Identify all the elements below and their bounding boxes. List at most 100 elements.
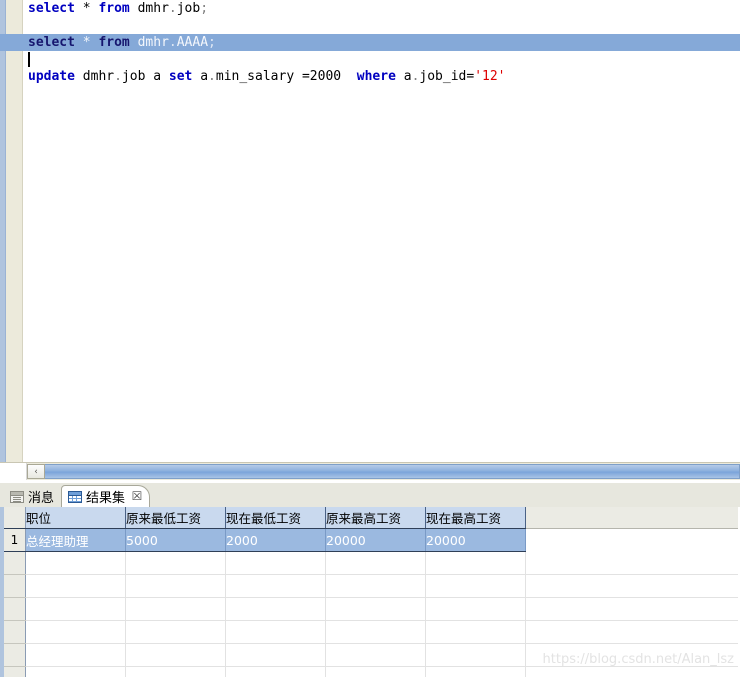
column-header[interactable]: 职位	[25, 507, 126, 529]
result-table-body: 1 总经理助理 5000 2000 20000 20000	[4, 528, 738, 677]
code-token: 2000	[309, 69, 342, 84]
table-cell[interactable]: 2000	[225, 528, 326, 552]
table-cell[interactable]	[225, 551, 326, 575]
sql-code-area[interactable]: select * from dmhr.job; select * from dm…	[0, 0, 740, 462]
table-cell[interactable]	[125, 597, 226, 621]
code-line-2[interactable]	[23, 17, 740, 34]
table-cell[interactable]	[425, 574, 526, 598]
column-header[interactable]: 现在最高工资	[425, 507, 526, 529]
table-row[interactable]: 1 总经理助理 5000 2000 20000 20000	[4, 528, 738, 552]
close-icon[interactable]: ☒	[131, 490, 143, 502]
tab-messages-label: 消息	[28, 491, 55, 506]
tab-resultset-label: 结果集	[86, 491, 126, 506]
code-token: ;	[200, 1, 209, 16]
table-cell[interactable]	[25, 551, 126, 575]
code-token: update	[28, 69, 75, 84]
message-window-icon	[10, 490, 24, 503]
column-header[interactable]: 现在最低工资	[225, 507, 326, 529]
row-number-cell[interactable]	[4, 666, 26, 677]
code-token: dmhr	[82, 69, 115, 84]
scrollbar-thumb[interactable]	[27, 464, 740, 479]
table-row[interactable]	[4, 597, 738, 621]
row-filler-cell	[525, 574, 738, 598]
table-cell[interactable]	[325, 620, 426, 644]
editor-horizontal-scrollbar[interactable]: ‹	[0, 462, 740, 480]
code-token: set	[168, 69, 193, 84]
code-token: from	[98, 35, 130, 50]
column-header[interactable]: 原来最低工资	[125, 507, 226, 529]
code-token: job_id	[419, 69, 467, 84]
table-cell[interactable]	[125, 574, 226, 598]
row-filler-cell	[525, 643, 738, 667]
code-token: *	[82, 35, 91, 50]
table-cell[interactable]	[425, 643, 526, 667]
table-cell[interactable]	[225, 643, 326, 667]
table-row[interactable]	[4, 643, 738, 667]
scroll-left-arrow-icon[interactable]: ‹	[27, 464, 45, 479]
table-cell[interactable]	[25, 574, 126, 598]
row-number-header	[4, 507, 26, 529]
table-cell[interactable]	[125, 551, 226, 575]
table-cell[interactable]: 20000	[425, 528, 526, 552]
table-header-row: 职位 原来最低工资 现在最低工资 原来最高工资 现在最高工资	[4, 507, 738, 529]
table-cell[interactable]	[25, 666, 126, 677]
table-cell[interactable]	[225, 620, 326, 644]
table-cell[interactable]	[325, 643, 426, 667]
table-row[interactable]	[4, 620, 738, 644]
tab-resultset[interactable]: 结果集 ☒	[61, 485, 151, 507]
table-cell[interactable]: 20000	[325, 528, 426, 552]
table-cell[interactable]	[25, 597, 126, 621]
table-cell[interactable]: 总经理助理	[25, 528, 126, 552]
table-cell[interactable]	[25, 620, 126, 644]
row-number-cell[interactable]	[4, 597, 26, 621]
column-header-filler	[525, 507, 738, 529]
code-token: select	[28, 1, 75, 16]
table-cell[interactable]	[225, 597, 326, 621]
result-set-grid[interactable]: 职位 原来最低工资 现在最低工资 原来最高工资 现在最高工资 1 总经理助理 5000 200…	[0, 507, 740, 677]
table-cell[interactable]	[425, 620, 526, 644]
code-token: job	[176, 1, 201, 16]
row-number-cell[interactable]	[4, 574, 26, 598]
row-filler-cell	[525, 597, 738, 621]
code-token: where	[356, 69, 396, 84]
table-cell[interactable]	[25, 643, 126, 667]
editor-gutter-margin	[6, 0, 23, 462]
table-row[interactable]	[4, 551, 738, 575]
row-filler-cell	[525, 528, 738, 552]
table-cell[interactable]	[325, 551, 426, 575]
row-number-cell[interactable]: 1	[4, 528, 26, 552]
code-token: AAAA	[176, 35, 209, 50]
sql-editor-pane[interactable]: select * from dmhr.job; select * from dm…	[0, 0, 740, 462]
tab-messages[interactable]: 消息	[4, 486, 61, 507]
code-token: a	[192, 69, 209, 84]
column-header[interactable]: 原来最高工资	[325, 507, 426, 529]
table-cell[interactable]	[325, 666, 426, 677]
table-cell[interactable]	[125, 620, 226, 644]
table-cell[interactable]	[425, 666, 526, 677]
row-number-cell[interactable]	[4, 643, 26, 667]
code-token: dmhr	[137, 1, 169, 16]
code-token: .	[208, 69, 216, 84]
code-line-5[interactable]: update dmhr.job a set a.min_salary =2000…	[23, 68, 740, 85]
table-cell[interactable]	[225, 666, 326, 677]
scrollbar-gutter-pad	[0, 463, 27, 480]
table-cell[interactable]: 5000	[125, 528, 226, 552]
table-row[interactable]	[4, 574, 738, 598]
table-cell[interactable]	[325, 574, 426, 598]
row-filler-cell	[525, 666, 738, 677]
table-row[interactable]	[4, 666, 738, 677]
table-cell[interactable]	[225, 574, 326, 598]
code-token: a	[145, 69, 169, 84]
table-cell[interactable]	[125, 643, 226, 667]
row-number-cell[interactable]	[4, 551, 26, 575]
table-cell[interactable]	[425, 551, 526, 575]
table-cell[interactable]	[125, 666, 226, 677]
code-line-4[interactable]	[23, 51, 740, 68]
code-line-3[interactable]: select * from dmhr.AAAA;	[0, 34, 740, 51]
code-line-1[interactable]: select * from dmhr.job;	[23, 0, 740, 17]
table-cell[interactable]	[325, 597, 426, 621]
row-number-cell[interactable]	[4, 620, 26, 644]
table-cell[interactable]	[425, 597, 526, 621]
